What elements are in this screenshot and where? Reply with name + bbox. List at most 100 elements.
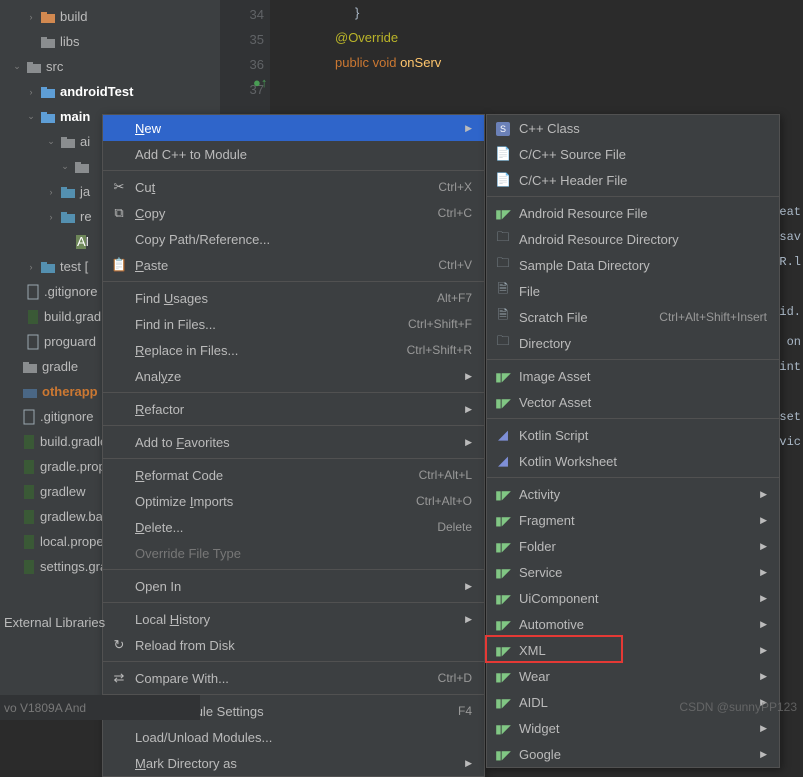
menu-label: Refactor <box>135 402 449 417</box>
expand-icon[interactable]: ⌄ <box>12 61 22 72</box>
kt-icon: ◢ <box>495 427 511 443</box>
menu-item-cut[interactable]: ✂CutCtrl+X <box>103 174 484 200</box>
submenu-item-google[interactable]: ▮◤Google▶ <box>487 741 779 767</box>
menu-label: Override File Type <box>135 546 464 561</box>
menu-item-local-history[interactable]: Local History▶ <box>103 606 484 632</box>
submenu-item-fragment[interactable]: ▮◤Fragment▶ <box>487 507 779 533</box>
watermark: CSDN @sunnyPP123 <box>679 700 797 714</box>
file-icon: 🗎 <box>495 306 511 328</box>
vcs-marker-icon: ●↑ <box>253 75 267 90</box>
menu-item-reformat-code[interactable]: Reformat CodeCtrl+Alt+L <box>103 462 484 488</box>
expand-icon[interactable]: ⌄ <box>60 161 70 172</box>
tree-label: src <box>46 59 63 74</box>
submenu-item-activity[interactable]: ▮◤Activity▶ <box>487 481 779 507</box>
tree-item[interactable]: › androidTest <box>0 79 220 104</box>
tree-label: .gitignore <box>44 284 97 299</box>
expand-icon[interactable]: ⌄ <box>26 111 36 122</box>
submenu-item-folder[interactable]: ▮◤Folder▶ <box>487 533 779 559</box>
and-icon: ▮◤ <box>495 643 511 658</box>
compare-icon: ⇄ <box>111 670 127 686</box>
submenu-item-widget[interactable]: ▮◤Widget▶ <box>487 715 779 741</box>
submenu-item-image-asset[interactable]: ▮◤Image Asset <box>487 363 779 389</box>
menu-label: Folder <box>519 539 744 554</box>
menu-item-reload-from-disk[interactable]: ↻Reload from Disk <box>103 632 484 658</box>
submenu-item-vector-asset[interactable]: ▮◤Vector Asset <box>487 389 779 415</box>
and-icon: ▮◤ <box>495 747 511 762</box>
tree-label: build.gradle <box>40 434 107 449</box>
external-libraries[interactable]: External Libraries <box>0 615 105 630</box>
new-submenu[interactable]: SC++ Class📄C/C++ Source File📄C/C++ Heade… <box>486 114 780 768</box>
tree-label: ai <box>80 134 90 149</box>
submenu-item-android-resource-file[interactable]: ▮◤Android Resource File <box>487 200 779 226</box>
code-fragment: R.l <box>779 250 801 275</box>
tree-label: gradle <box>42 359 78 374</box>
expand-icon[interactable]: › <box>46 212 56 222</box>
expand-icon[interactable]: › <box>26 262 36 272</box>
tree-item[interactable]: › build <box>0 4 220 29</box>
expand-icon[interactable]: › <box>26 87 36 97</box>
menu-item-compare-with-[interactable]: ⇄Compare With...Ctrl+D <box>103 665 484 691</box>
submenu-item-kotlin-worksheet[interactable]: ◢Kotlin Worksheet <box>487 448 779 474</box>
submenu-item-android-resource-directory[interactable]: 🗀Android Resource Directory <box>487 226 779 252</box>
menu-item-replace-in-files-[interactable]: Replace in Files...Ctrl+Shift+R <box>103 337 484 363</box>
code-area[interactable]: } @Override public void onServ <box>275 0 441 75</box>
submenu-item-directory[interactable]: 🗀Directory <box>487 330 779 356</box>
menu-item-delete-[interactable]: Delete...Delete <box>103 514 484 540</box>
submenu-icon: ▶ <box>760 749 767 760</box>
submenu-item-service[interactable]: ▮◤Service▶ <box>487 559 779 585</box>
expand-icon[interactable]: › <box>46 187 56 197</box>
menu-item-load-unload-modules-[interactable]: Load/Unload Modules... <box>103 724 484 750</box>
submenu-item-file[interactable]: 🗎File <box>487 278 779 304</box>
tree-label: gradlew <box>40 484 86 499</box>
menu-label: Compare With... <box>135 671 430 686</box>
menu-label: Add to Favorites <box>135 435 449 450</box>
menu-item-open-in[interactable]: Open In▶ <box>103 573 484 599</box>
and-icon: ▮◤ <box>495 669 511 684</box>
submenu-item-wear[interactable]: ▮◤Wear▶ <box>487 663 779 689</box>
submenu-item-c-c-header-file[interactable]: 📄C/C++ Header File <box>487 167 779 193</box>
submenu-item-kotlin-script[interactable]: ◢Kotlin Script <box>487 422 779 448</box>
menu-item-add-c-to-module[interactable]: Add C++ to Module <box>103 141 484 167</box>
menu-item-copy-path-reference-[interactable]: Copy Path/Reference... <box>103 226 484 252</box>
and-icon: ▮◤ <box>495 487 511 502</box>
expand-icon[interactable]: › <box>26 12 36 22</box>
tree-label: .gitignore <box>40 409 93 424</box>
tree-item[interactable]: libs <box>0 29 220 54</box>
menu-item-new[interactable]: New▶ <box>103 115 484 141</box>
menu-item-mark-directory-as[interactable]: Mark Directory as▶ <box>103 750 484 776</box>
line-number: 35 <box>220 27 264 52</box>
tree-label: androidTest <box>60 84 133 99</box>
submenu-item-scratch-file[interactable]: 🗎Scratch FileCtrl+Alt+Shift+Insert <box>487 304 779 330</box>
code-fragment: on <box>787 330 801 355</box>
submenu-item-uicomponent[interactable]: ▮◤UiComponent▶ <box>487 585 779 611</box>
menu-item-add-to-favorites[interactable]: Add to Favorites▶ <box>103 429 484 455</box>
and-icon: ▮◤ <box>495 539 511 554</box>
code-fragment: set <box>779 405 801 430</box>
menu-item-refactor[interactable]: Refactor▶ <box>103 396 484 422</box>
submenu-item-sample-data-directory[interactable]: 🗀Sample Data Directory <box>487 252 779 278</box>
tree-item[interactable]: ⌄ src <box>0 54 220 79</box>
folder-icon: 🗀 <box>495 254 511 276</box>
context-menu[interactable]: New▶Add C++ to Module ✂CutCtrl+X⧉CopyCtrl… <box>102 114 485 777</box>
menu-label: Load/Unload Modules... <box>135 730 464 745</box>
submenu-item-c-c-source-file[interactable]: 📄C/C++ Source File <box>487 141 779 167</box>
tree-label: build <box>60 9 87 24</box>
shortcut: Ctrl+Alt+L <box>419 468 472 482</box>
submenu-item-xml[interactable]: ▮◤XML▶ <box>487 637 779 663</box>
code-fragment: eat <box>779 200 801 225</box>
menu-label: Cut <box>135 180 430 195</box>
menu-item-optimize-imports[interactable]: Optimize ImportsCtrl+Alt+O <box>103 488 484 514</box>
tree-label: proguard <box>44 334 96 349</box>
submenu-item-automotive[interactable]: ▮◤Automotive▶ <box>487 611 779 637</box>
submenu-icon: ▶ <box>760 671 767 682</box>
expand-icon[interactable]: ⌄ <box>46 136 56 147</box>
submenu-item-c-class[interactable]: SC++ Class <box>487 115 779 141</box>
shortcut: Delete <box>437 520 472 534</box>
menu-item-analyze[interactable]: Analyze▶ <box>103 363 484 389</box>
menu-item-find-in-files-[interactable]: Find in Files...Ctrl+Shift+F <box>103 311 484 337</box>
menu-item-copy[interactable]: ⧉CopyCtrl+C <box>103 200 484 226</box>
menu-item-find-usages[interactable]: Find UsagesAlt+F7 <box>103 285 484 311</box>
menu-item-paste[interactable]: 📋PasteCtrl+V <box>103 252 484 278</box>
submenu-icon: ▶ <box>760 645 767 656</box>
menu-label: New <box>135 121 449 136</box>
